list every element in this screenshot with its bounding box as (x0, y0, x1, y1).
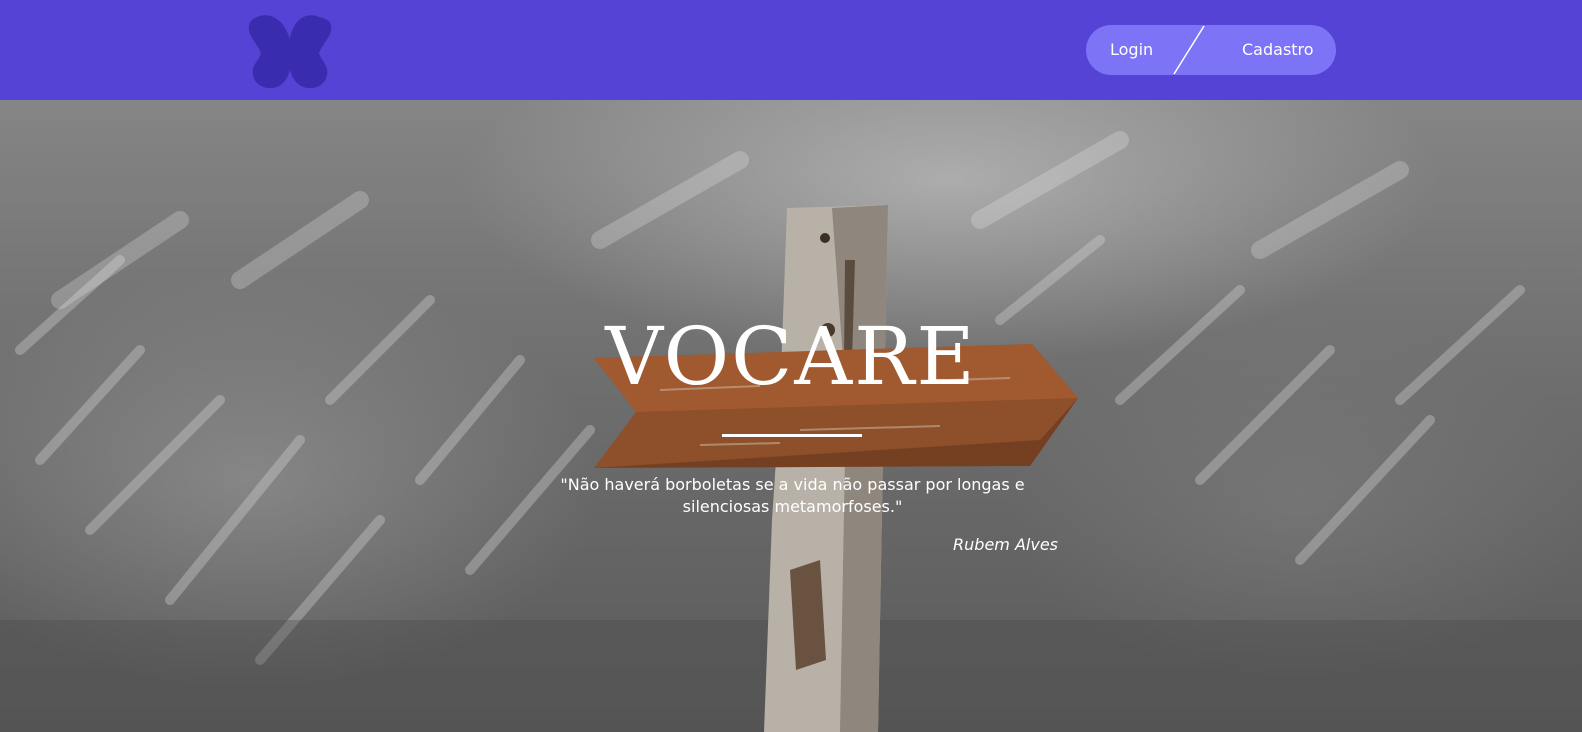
auth-button-group: Login Cadastro (1086, 25, 1336, 75)
quote-author: Rubem Alves (953, 535, 1058, 554)
butterfly-logo-icon[interactable] (247, 13, 333, 89)
brand-title: VOCARE (605, 310, 977, 403)
signup-button[interactable]: Cadastro (1242, 25, 1314, 75)
hero-section: VOCARE "Não haverá borboletas se a vida … (0, 100, 1582, 732)
login-button[interactable]: Login (1110, 25, 1153, 75)
top-navbar: Login Cadastro (0, 0, 1582, 100)
hero-content: VOCARE "Não haverá borboletas se a vida … (0, 100, 1582, 732)
title-underline (722, 434, 862, 437)
landing-page: Login Cadastro VOCARE "Não haverá borbol… (0, 0, 1582, 732)
hero-quote: "Não haverá borboletas se a vida não pas… (560, 475, 1025, 516)
